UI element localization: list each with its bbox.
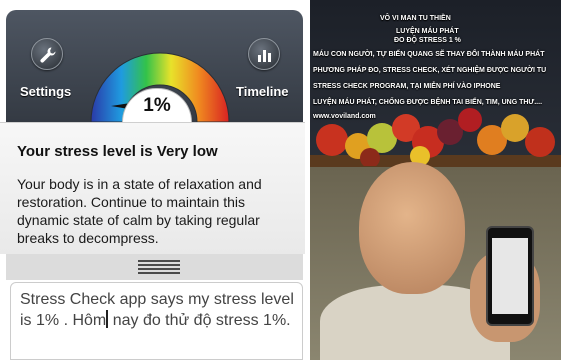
settings-button[interactable] bbox=[31, 38, 63, 70]
comment-text-box[interactable]: Stress Check app says my stress level is… bbox=[10, 282, 303, 360]
drag-handle-icon[interactable] bbox=[138, 258, 180, 274]
comment-text-end: nay đo thử độ stress 1%. bbox=[108, 312, 291, 329]
phone-in-hand bbox=[486, 226, 534, 326]
stress-check-app-screen: Settings Timeline 1% Your stress level i… bbox=[0, 0, 305, 360]
photo-caption-line-7: LUYỆN MÁU PHÁT, CHỐNG ĐƯỢC BỆNH TAI BIẾN… bbox=[313, 99, 543, 106]
photo-caption-line-5: PHƯƠNG PHÁP ĐO, STRESS CHECK, XÉT NGHIỆM… bbox=[313, 67, 547, 74]
photo-caption-line-3: ĐO ĐỘ STRESS 1 % bbox=[394, 37, 461, 44]
bar-chart-icon bbox=[258, 50, 271, 62]
stress-level-description: Your body is in a state of relaxation an… bbox=[17, 176, 262, 246]
photo-caption-line-1: VÔ VI MAN TU THIỀN bbox=[380, 15, 451, 22]
photo-caption-url: www.voviland.com bbox=[313, 113, 376, 120]
stress-result-card: Your stress level is Very low Your body … bbox=[0, 122, 305, 254]
phone-screen bbox=[492, 238, 528, 314]
person-face bbox=[359, 162, 465, 294]
photo-panel: VÔ VI MAN TU THIỀN LUYỆN MÁU PHÁT ĐO ĐỘ … bbox=[310, 0, 561, 360]
photo-caption-line-4: MÁU CON NGƯỜI, TỰ BIẾN QUANG SẼ THAY ĐỔI… bbox=[313, 51, 545, 58]
timeline-button[interactable] bbox=[248, 38, 280, 70]
wrench-icon bbox=[40, 47, 56, 63]
stress-level-title: Your stress level is Very low bbox=[17, 143, 218, 160]
fruit-bowl-image bbox=[316, 108, 555, 166]
photo-caption-line-6: STRESS CHECK PROGRAM, TẠI MIỄN PHÍ VÀO I… bbox=[313, 83, 501, 90]
settings-label[interactable]: Settings bbox=[20, 84, 71, 99]
timeline-label[interactable]: Timeline bbox=[236, 84, 289, 99]
